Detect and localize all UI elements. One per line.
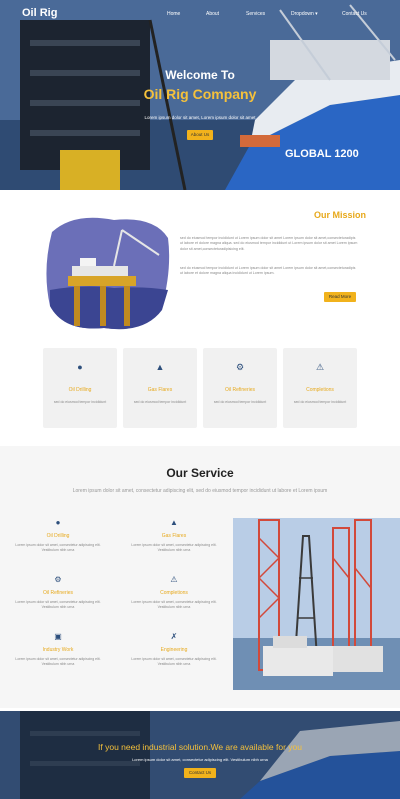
fire-icon: ▲ <box>155 362 165 372</box>
nav-item-about[interactable]: About <box>206 11 219 17</box>
mission-title: Our Mission <box>313 210 366 220</box>
feature-title: Completions <box>306 387 334 393</box>
service-subtitle: Lorem ipsum dolor sit amet, consectetur … <box>72 488 328 494</box>
service-item-desc: Lorem ipsum dolor sit amet, consectetur … <box>15 600 101 609</box>
service-item-completions[interactable]: ⚠ Completions Lorem ipsum dolor sit amet… <box>124 575 224 610</box>
nav-item-contact[interactable]: Contact Us <box>342 11 367 17</box>
nav-item-services[interactable]: Services <box>246 11 265 17</box>
service-item-title: Oil Drilling <box>46 533 70 539</box>
drop-icon: ● <box>77 362 83 372</box>
service-item-desc: Lorem ipsum dolor sit amet, consectetur … <box>15 657 101 666</box>
service-item-oil-drilling[interactable]: ● Oil Drilling Lorem ipsum dolor sit ame… <box>8 518 108 553</box>
drop-icon: ● <box>55 518 61 527</box>
warning-icon: ⚠ <box>315 362 325 372</box>
feature-card-oil-drilling[interactable]: ● Oil Drilling sed do eiusmod tempor inc… <box>43 348 117 428</box>
about-us-button[interactable]: About Us <box>187 130 213 140</box>
nav-item-home[interactable]: Home <box>167 11 180 17</box>
cta-background-image <box>0 711 400 799</box>
nav-item-dropdown[interactable]: Dropdown ▾ <box>291 11 318 17</box>
service-title: Our Service <box>166 466 234 480</box>
feature-card-completions[interactable]: ⚠ Completions sed do eiusmod tempor inci… <box>283 348 357 428</box>
service-item-desc: Lorem ipsum dolor sit amet, consectetur … <box>131 657 217 666</box>
ship-label: GLOBAL 1200 <box>285 148 359 160</box>
feature-title: Oil Refineries <box>224 387 255 393</box>
fire-extinguisher-icon: ▲ <box>170 518 178 527</box>
service-item-title: Engineering <box>160 647 188 653</box>
service-item-desc: Lorem ipsum dolor sit amet, consectetur … <box>15 543 101 552</box>
cogs-icon: ⚙ <box>235 362 245 372</box>
cogs-icon: ⚙ <box>54 575 62 584</box>
mission-rig-image <box>46 217 170 330</box>
service-item-title: Industry Work <box>42 647 74 653</box>
service-item-title: Completions <box>160 590 188 596</box>
top-nav: Oil Rig Home About Services Dropdown ▾ C… <box>0 0 400 28</box>
service-rigs-image <box>233 518 400 690</box>
mission-paragraph-2: sed do eiusmod tempor incididunt ut Lore… <box>180 266 356 276</box>
service-item-industry-work[interactable]: ▣ Industry Work Lorem ipsum dolor sit am… <box>8 632 108 667</box>
service-item-desc: Lorem ipsum dolor sit amet, consectetur … <box>131 600 217 609</box>
factory-icon: ▣ <box>54 632 62 641</box>
service-item-title: Oil Refineries <box>42 590 73 596</box>
feature-card-gas-flares[interactable]: ▲ Gas Flares sed do eiusmod tempor incid… <box>123 348 197 428</box>
cta-title: If you need industrial solution.We are a… <box>98 742 302 752</box>
contact-us-button[interactable]: Contact Us <box>184 768 216 778</box>
warning-icon: ⚠ <box>170 575 178 584</box>
cta-section: If you need industrial solution.We are a… <box>0 711 400 799</box>
service-item-gas-flares[interactable]: ▲ Gas Flares Lorem ipsum dolor sit amet,… <box>124 518 224 553</box>
wrench-icon: ✗ <box>170 632 178 641</box>
hero-subtitle: Lorem ipsum dolor sit amet, Lorem ipsum … <box>144 115 256 120</box>
feature-desc: sed do eiusmod tempor incididunt <box>213 400 267 404</box>
feature-desc: sed do eiusmod tempor incididunt <box>133 400 187 404</box>
site-logo[interactable]: Oil Rig <box>22 7 57 19</box>
hero-title: Welcome To <box>165 68 235 82</box>
cta-subtitle: Lorem ipsum dolor sit amet, consectetur … <box>132 757 268 762</box>
hero-title-accent: Oil Rig Company <box>143 86 257 102</box>
feature-desc: sed do eiusmod tempor incididunt <box>53 400 107 404</box>
service-item-desc: Lorem ipsum dolor sit amet, consectetur … <box>131 543 217 552</box>
feature-card-oil-refineries[interactable]: ⚙ Oil Refineries sed do eiusmod tempor i… <box>203 348 277 428</box>
service-item-engineering[interactable]: ✗ Engineering Lorem ipsum dolor sit amet… <box>124 632 224 667</box>
service-item-oil-refineries[interactable]: ⚙ Oil Refineries Lorem ipsum dolor sit a… <box>8 575 108 610</box>
read-more-button[interactable]: Read More <box>324 292 356 302</box>
feature-desc: sed do eiusmod tempor incididunt <box>293 400 347 404</box>
hero-section: GLOBAL 1200 Oil Rig Home About Services … <box>0 0 400 190</box>
feature-title: Oil Drilling <box>68 387 92 393</box>
feature-title: Gas Flares <box>147 387 173 393</box>
mission-paragraph-1: sed do eiusmod tempor incididunt ut Lore… <box>180 236 358 251</box>
service-item-title: Gas Flares <box>161 533 187 539</box>
